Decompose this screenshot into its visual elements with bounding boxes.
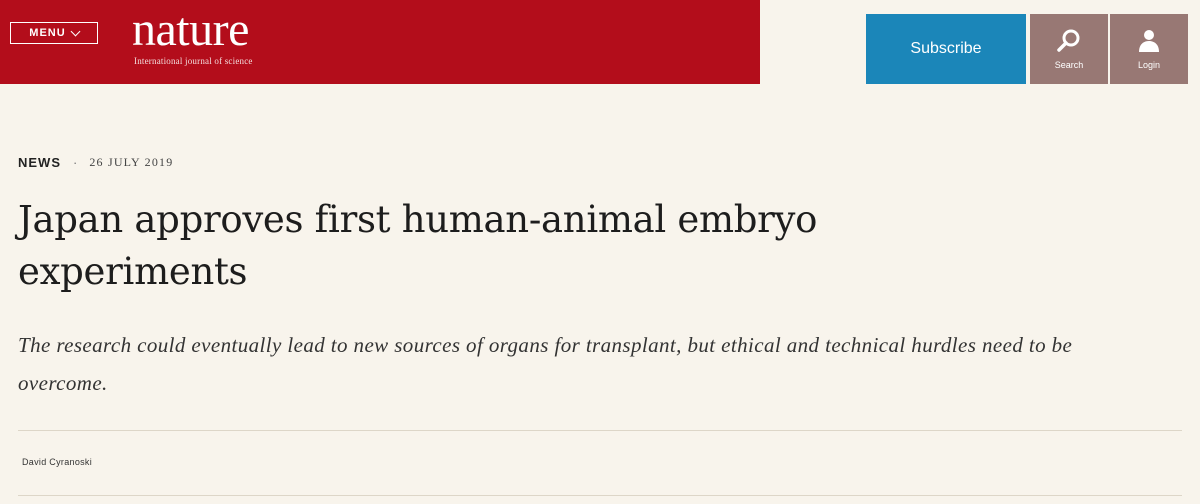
divider xyxy=(18,430,1182,431)
subscribe-button[interactable]: Subscribe xyxy=(866,14,1026,84)
menu-button[interactable]: MENU xyxy=(10,22,98,44)
author-name[interactable]: David Cyranoski xyxy=(22,457,92,467)
login-button[interactable]: Login xyxy=(1110,14,1188,84)
nature-logo[interactable]: nature xyxy=(132,6,249,54)
login-label: Login xyxy=(1137,60,1161,70)
publish-date: 26 JULY 2019 xyxy=(89,155,174,169)
meta-separator: · xyxy=(73,155,78,170)
divider xyxy=(18,495,1182,496)
section-label[interactable]: NEWS xyxy=(18,155,61,170)
search-button[interactable]: Search xyxy=(1030,14,1108,84)
chevron-down-icon xyxy=(70,26,81,36)
logo-tagline: International journal of science xyxy=(134,56,253,66)
search-label: Search xyxy=(1054,60,1084,70)
article-title: Japan approves first human-animal embryo… xyxy=(18,198,818,293)
menu-label: MENU xyxy=(29,27,66,39)
site-header: MENU nature International journal of sci… xyxy=(0,0,760,84)
search-icon xyxy=(1057,29,1080,52)
user-icon xyxy=(1139,30,1159,52)
article-meta: NEWS · 26 JULY 2019 xyxy=(18,155,173,170)
article-standfirst: The research could eventually lead to ne… xyxy=(18,333,1073,395)
